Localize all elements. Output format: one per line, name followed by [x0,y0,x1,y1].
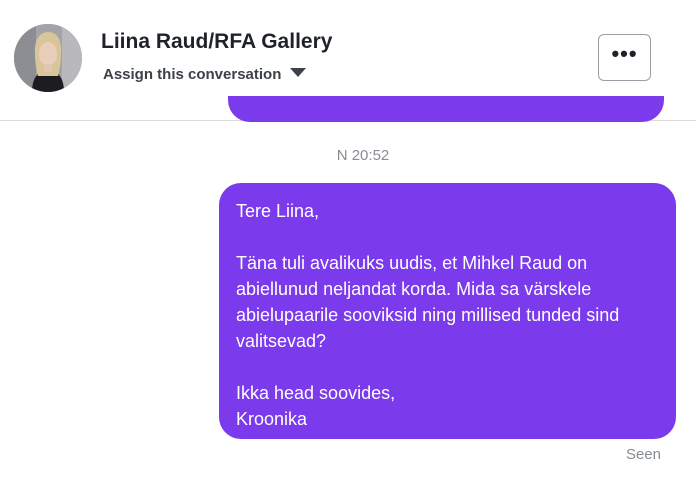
ellipsis-icon: ••• [611,40,638,66]
read-receipt: Seen [625,446,661,463]
assign-conversation-label: Assign this conversation [103,65,282,83]
chevron-down-icon [290,67,307,77]
contact-photo [14,24,82,92]
contact-name: Liina Raud/RFA Gallery [101,30,333,53]
contact-avatar[interactable] [14,24,82,92]
assign-conversation-dropdown[interactable]: Assign this conversation [103,64,307,84]
previous-message-bubble [228,96,664,122]
more-options-button[interactable]: ••• [598,34,651,81]
sent-message-bubble[interactable]: Tere Liina, Täna tuli avalikuks uudis, e… [219,183,676,439]
message-timestamp: N 20:52 [336,147,390,164]
